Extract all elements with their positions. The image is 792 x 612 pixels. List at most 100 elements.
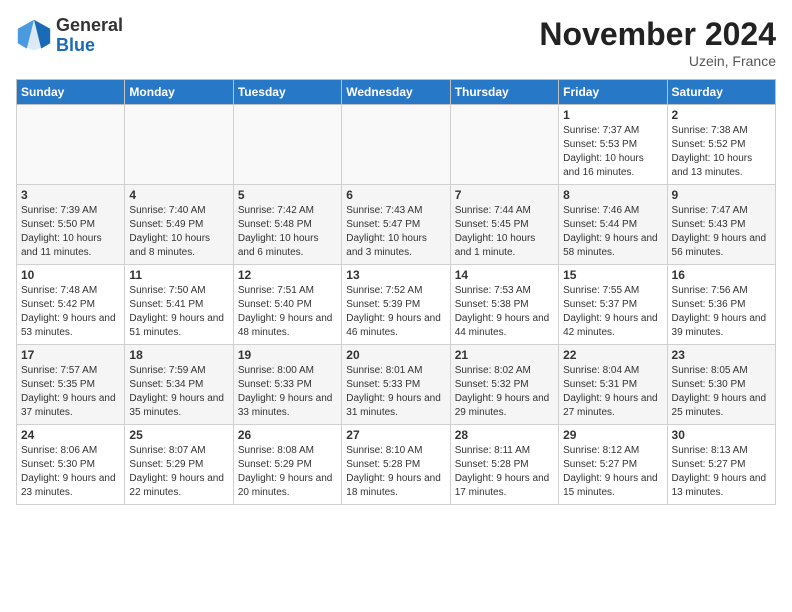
day-number: 30	[672, 428, 771, 442]
day-number: 26	[238, 428, 337, 442]
day-number: 21	[455, 348, 554, 362]
calendar-cell: 29 Sunrise: 8:12 AM Sunset: 5:27 PM Dayli…	[559, 425, 667, 505]
logo: General Blue	[16, 16, 123, 56]
weekday-header-monday: Monday	[125, 80, 233, 105]
calendar-cell: 22Sunrise: 8:04 AM Sunset: 5:31 PM Dayli…	[559, 345, 667, 425]
calendar-cell: 14 Sunrise: 7:53 AM Sunset: 5:38 PM Dayli…	[450, 265, 558, 345]
day-info: Sunrise: 8:01 AM Sunset: 5:33 PM Dayligh…	[346, 364, 445, 420]
day-number: 12	[238, 268, 337, 282]
calendar-cell: 9 Sunrise: 7:47 AM Sunset: 5:43 PM Daylig…	[667, 185, 775, 265]
calendar-cell: 19 Sunrise: 8:00 AM Sunset: 5:33 PM Dayli…	[233, 345, 341, 425]
day-info: Sunrise: 8:12 AM Sunset: 5:27 PM Dayligh…	[563, 444, 662, 500]
day-info: Sunrise: 8:00 AM Sunset: 5:33 PM Dayligh…	[238, 364, 337, 420]
calendar-cell: 3 Sunrise: 7:39 AM Sunset: 5:50 PM Daylig…	[17, 185, 125, 265]
day-number: 19	[238, 348, 337, 362]
day-info: Sunrise: 8:13 AM Sunset: 5:27 PM Dayligh…	[672, 444, 771, 500]
calendar-cell: 27 Sunrise: 8:10 AM Sunset: 5:28 PM Dayli…	[342, 425, 450, 505]
calendar-cell: 8 Sunrise: 7:46 AM Sunset: 5:44 PM Daylig…	[559, 185, 667, 265]
calendar-cell: 7 Sunrise: 7:44 AM Sunset: 5:45 PM Daylig…	[450, 185, 558, 265]
calendar-cell	[450, 105, 558, 185]
day-info: Sunrise: 7:47 AM Sunset: 5:43 PM Dayligh…	[672, 204, 771, 260]
day-info: Sunrise: 7:40 AM Sunset: 5:49 PM Dayligh…	[129, 204, 228, 260]
day-number: 5	[238, 188, 337, 202]
day-info: Sunrise: 7:46 AM Sunset: 5:44 PM Dayligh…	[563, 204, 662, 260]
day-info: Sunrise: 7:57 AM Sunset: 5:35 PM Dayligh…	[21, 364, 120, 420]
day-info: Sunrise: 8:10 AM Sunset: 5:28 PM Dayligh…	[346, 444, 445, 500]
page-container: General Blue November 2024 Uzein, France…	[0, 0, 792, 515]
day-number: 7	[455, 188, 554, 202]
calendar-body: 1 Sunrise: 7:37 AM Sunset: 5:53 PM Daylig…	[17, 105, 776, 505]
day-number: 1	[563, 108, 662, 122]
day-info: Sunrise: 8:11 AM Sunset: 5:28 PM Dayligh…	[455, 444, 554, 500]
day-info: Sunrise: 8:08 AM Sunset: 5:29 PM Dayligh…	[238, 444, 337, 500]
day-number: 8	[563, 188, 662, 202]
weekday-header-wednesday: Wednesday	[342, 80, 450, 105]
calendar-cell: 12Sunrise: 7:51 AM Sunset: 5:40 PM Dayli…	[233, 265, 341, 345]
day-number: 13	[346, 268, 445, 282]
logo-icon	[16, 18, 52, 54]
day-number: 6	[346, 188, 445, 202]
day-info: Sunrise: 7:39 AM Sunset: 5:50 PM Dayligh…	[21, 204, 120, 260]
weekday-header-row: SundayMondayTuesdayWednesdayThursdayFrid…	[17, 80, 776, 105]
calendar-cell	[17, 105, 125, 185]
day-info: Sunrise: 7:37 AM Sunset: 5:53 PM Dayligh…	[563, 124, 662, 180]
calendar-cell: 30 Sunrise: 8:13 AM Sunset: 5:27 PM Dayli…	[667, 425, 775, 505]
weekday-header-friday: Friday	[559, 80, 667, 105]
day-number: 15	[563, 268, 662, 282]
calendar-cell: 10Sunrise: 7:48 AM Sunset: 5:42 PM Dayli…	[17, 265, 125, 345]
day-info: Sunrise: 7:56 AM Sunset: 5:36 PM Dayligh…	[672, 284, 771, 340]
day-info: Sunrise: 7:52 AM Sunset: 5:39 PM Dayligh…	[346, 284, 445, 340]
calendar-cell	[342, 105, 450, 185]
day-number: 9	[672, 188, 771, 202]
day-info: Sunrise: 8:04 AM Sunset: 5:31 PM Dayligh…	[563, 364, 662, 420]
day-number: 28	[455, 428, 554, 442]
day-info: Sunrise: 7:59 AM Sunset: 5:34 PM Dayligh…	[129, 364, 228, 420]
day-number: 18	[129, 348, 228, 362]
calendar-week-5: 24 Sunrise: 8:06 AM Sunset: 5:30 PM Dayli…	[17, 425, 776, 505]
calendar-cell: 28 Sunrise: 8:11 AM Sunset: 5:28 PM Dayli…	[450, 425, 558, 505]
day-number: 25	[129, 428, 228, 442]
day-number: 20	[346, 348, 445, 362]
day-number: 2	[672, 108, 771, 122]
calendar-cell: 6 Sunrise: 7:43 AM Sunset: 5:47 PM Daylig…	[342, 185, 450, 265]
day-number: 17	[21, 348, 120, 362]
calendar-cell: 2 Sunrise: 7:38 AM Sunset: 5:52 PM Daylig…	[667, 105, 775, 185]
calendar-cell: 21 Sunrise: 8:02 AM Sunset: 5:32 PM Dayli…	[450, 345, 558, 425]
day-info: Sunrise: 8:02 AM Sunset: 5:32 PM Dayligh…	[455, 364, 554, 420]
calendar-cell	[233, 105, 341, 185]
day-number: 16	[672, 268, 771, 282]
calendar-table: SundayMondayTuesdayWednesdayThursdayFrid…	[16, 79, 776, 505]
day-info: Sunrise: 7:53 AM Sunset: 5:38 PM Dayligh…	[455, 284, 554, 340]
day-info: Sunrise: 8:07 AM Sunset: 5:29 PM Dayligh…	[129, 444, 228, 500]
location: Uzein, France	[539, 53, 776, 69]
day-info: Sunrise: 7:48 AM Sunset: 5:42 PM Dayligh…	[21, 284, 120, 340]
weekday-header-sunday: Sunday	[17, 80, 125, 105]
day-info: Sunrise: 7:44 AM Sunset: 5:45 PM Dayligh…	[455, 204, 554, 260]
day-number: 14	[455, 268, 554, 282]
calendar-cell: 18 Sunrise: 7:59 AM Sunset: 5:34 PM Dayli…	[125, 345, 233, 425]
calendar-cell: 15Sunrise: 7:55 AM Sunset: 5:37 PM Dayli…	[559, 265, 667, 345]
day-number: 29	[563, 428, 662, 442]
day-number: 24	[21, 428, 120, 442]
day-info: Sunrise: 7:38 AM Sunset: 5:52 PM Dayligh…	[672, 124, 771, 180]
day-info: Sunrise: 7:43 AM Sunset: 5:47 PM Dayligh…	[346, 204, 445, 260]
weekday-header-thursday: Thursday	[450, 80, 558, 105]
calendar-cell: 5 Sunrise: 7:42 AM Sunset: 5:48 PM Daylig…	[233, 185, 341, 265]
day-number: 27	[346, 428, 445, 442]
day-info: Sunrise: 7:42 AM Sunset: 5:48 PM Dayligh…	[238, 204, 337, 260]
calendar-week-4: 17 Sunrise: 7:57 AM Sunset: 5:35 PM Dayli…	[17, 345, 776, 425]
logo-text: General Blue	[56, 16, 123, 56]
calendar-cell: 4Sunrise: 7:40 AM Sunset: 5:49 PM Daylig…	[125, 185, 233, 265]
calendar-cell: 25 Sunrise: 8:07 AM Sunset: 5:29 PM Dayli…	[125, 425, 233, 505]
calendar-cell: 23 Sunrise: 8:05 AM Sunset: 5:30 PM Dayli…	[667, 345, 775, 425]
calendar-cell: 20 Sunrise: 8:01 AM Sunset: 5:33 PM Dayli…	[342, 345, 450, 425]
calendar-cell: 17 Sunrise: 7:57 AM Sunset: 5:35 PM Dayli…	[17, 345, 125, 425]
day-number: 23	[672, 348, 771, 362]
title-block: November 2024 Uzein, France	[539, 16, 776, 69]
calendar-week-1: 1 Sunrise: 7:37 AM Sunset: 5:53 PM Daylig…	[17, 105, 776, 185]
calendar-week-2: 3 Sunrise: 7:39 AM Sunset: 5:50 PM Daylig…	[17, 185, 776, 265]
calendar-cell: 1 Sunrise: 7:37 AM Sunset: 5:53 PM Daylig…	[559, 105, 667, 185]
day-info: Sunrise: 8:05 AM Sunset: 5:30 PM Dayligh…	[672, 364, 771, 420]
day-number: 3	[21, 188, 120, 202]
day-info: Sunrise: 8:06 AM Sunset: 5:30 PM Dayligh…	[21, 444, 120, 500]
